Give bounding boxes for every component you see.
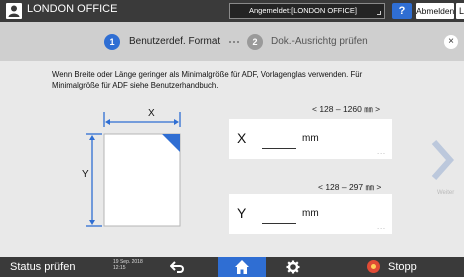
stop-button[interactable]: Stopp — [388, 261, 417, 273]
step-1-number: 1 — [104, 34, 120, 50]
y-more-icon: ... — [377, 224, 386, 231]
bottom-bar: Status prüfen 19 Sep. 2018 12:15 Stopp — [0, 257, 464, 277]
device-title: LONDON OFFICE — [27, 3, 118, 15]
date-time: 19 Sep. 2018 12:15 — [113, 259, 143, 271]
extra-button[interactable]: L — [456, 3, 464, 19]
instruction-text: Wenn Breite oder Länge geringer als Mini… — [52, 70, 363, 90]
status-check-button[interactable]: Status prüfen — [10, 261, 75, 273]
x-range-label: < 128 – 1260 ㎜ > — [312, 104, 381, 114]
step-separator — [229, 41, 239, 43]
diagram-y-label: Y — [82, 169, 89, 180]
help-button[interactable]: ? — [392, 3, 412, 19]
diagram-x-label: X — [148, 108, 155, 119]
time-text: 12:15 — [113, 265, 126, 271]
step-2-label: Dok.-Ausrichtg prüfen — [271, 36, 368, 47]
x-size-field[interactable]: X mm ... — [229, 119, 392, 159]
y-axis-label: Y — [237, 205, 247, 221]
x-more-icon: ... — [377, 149, 386, 156]
x-input-line — [262, 148, 296, 149]
y-size-field[interactable]: Y mm ... — [229, 194, 392, 234]
user-icon — [6, 3, 22, 19]
step-bar: 1 Benutzerdef. Format 2 Dok.-Ausrichtg p… — [0, 22, 464, 61]
back-icon[interactable] — [170, 260, 186, 274]
paper-size-diagram — [86, 112, 181, 227]
x-axis-label: X — [237, 130, 247, 146]
dropdown-corner-icon — [377, 11, 381, 15]
next-label: Weiter — [437, 190, 455, 196]
next-arrow-icon[interactable] — [430, 138, 454, 182]
top-bar: LONDON OFFICE Angemeldet:[LONDON OFFICE]… — [0, 0, 464, 22]
gear-icon[interactable] — [286, 260, 300, 274]
login-status-text: Angemeldet:[LONDON OFFICE] — [249, 6, 357, 15]
y-range-label: < 128 – 297 ㎜ > — [318, 182, 382, 192]
logout-button[interactable]: Abmelden — [416, 3, 454, 19]
y-input-line — [262, 223, 296, 224]
login-status-field[interactable]: Angemeldet:[LONDON OFFICE] — [229, 3, 385, 19]
x-unit: mm — [302, 133, 319, 144]
step-2-number: 2 — [247, 34, 263, 50]
close-icon[interactable]: × — [444, 35, 458, 49]
home-icon — [235, 260, 249, 274]
y-unit: mm — [302, 208, 319, 219]
step-1-label: Benutzerdef. Format — [129, 36, 221, 47]
stop-icon[interactable] — [367, 260, 380, 273]
home-button[interactable] — [218, 257, 266, 277]
